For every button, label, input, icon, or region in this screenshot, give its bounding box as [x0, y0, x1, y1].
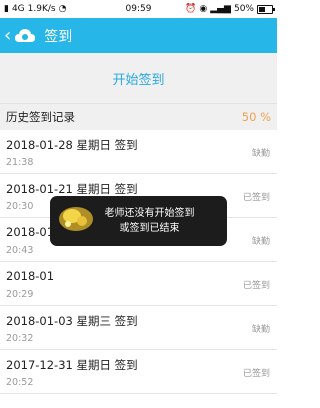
toast-message: 老师还没有开始签到 或签到已结束	[50, 196, 227, 246]
record-date: 2018-01	[6, 269, 55, 283]
toast-text: 老师还没有开始签到 或签到已结束	[105, 206, 195, 236]
history-row[interactable]: 2018-01 20:29 已签到	[0, 262, 277, 306]
record-date: 2017-12-31 星期日 签到	[6, 358, 138, 372]
attendance-percent: 50 %	[241, 110, 271, 124]
record-time: 21:38	[6, 157, 34, 168]
record-status: 已签到	[242, 193, 270, 203]
record-time: 20:32	[6, 333, 34, 344]
history-title: 历史签到记录	[6, 110, 75, 124]
history-header: 历史签到记录 50 %	[0, 103, 277, 130]
status-bar: ▮ 4G 1.9K/s ◔ 09:59 ⏰ ◉ ▂▄▆ 50%	[0, 0, 277, 18]
record-date: 2018-01-03 星期三 签到	[6, 314, 138, 328]
record-status: 已签到	[242, 281, 270, 291]
record-status: 缺勤	[251, 325, 270, 335]
history-row[interactable]: 2018-01-28 星期日 签到 21:38 缺勤	[0, 130, 277, 174]
network-speed: 1.9K/s	[27, 4, 56, 14]
record-status: 缺勤	[251, 149, 270, 159]
battery-fill	[259, 6, 265, 12]
app-bar: ‹ 签到	[0, 18, 277, 53]
battery-percent: 50%	[233, 4, 254, 14]
battery-icon	[257, 4, 275, 14]
alarm-icon: ⏰	[185, 3, 197, 14]
start-checkin-button[interactable]: 开始签到	[0, 53, 277, 103]
network-type: 4G	[11, 4, 25, 14]
signal-icon: ▮	[4, 3, 9, 14]
record-status: 已签到	[242, 369, 270, 379]
signal-bars-icon: ▂▄▆	[210, 3, 231, 14]
emoji-sticker-icon	[59, 207, 93, 231]
start-checkin-label: 开始签到	[112, 72, 165, 88]
status-right: ⏰ ◉ ▂▄▆ 50%	[185, 3, 275, 14]
wifi-icon: ◔	[58, 3, 67, 14]
record-status: 缺勤	[251, 237, 270, 247]
location-icon: ◉	[199, 3, 208, 14]
record-date: 2018-01-21 星期日 签到	[6, 182, 138, 196]
toast-line1: 老师还没有开始签到	[104, 208, 195, 219]
back-arrow-icon[interactable]: ‹	[4, 26, 11, 45]
history-list: 2018-01-28 星期日 签到 21:38 缺勤 2018-01-21 星期…	[0, 130, 277, 394]
toast-line2: 或签到已结束	[119, 223, 180, 234]
cloud-logo-icon	[15, 28, 36, 42]
page-title: 签到	[44, 28, 73, 45]
record-time: 20:43	[6, 245, 34, 256]
record-date: 2018-01	[6, 225, 55, 239]
record-date: 2018-01-28 星期日 签到	[6, 138, 138, 152]
record-time: 20:30	[6, 201, 34, 212]
history-row[interactable]: 2017-12-31 星期日 签到 20:52 已签到	[0, 350, 277, 394]
history-row[interactable]: 2018-01-03 星期三 签到 20:32 缺勤	[0, 306, 277, 350]
record-time: 20:52	[6, 377, 34, 388]
record-time: 20:29	[6, 289, 34, 300]
status-left: ▮ 4G 1.9K/s ◔	[4, 4, 185, 14]
